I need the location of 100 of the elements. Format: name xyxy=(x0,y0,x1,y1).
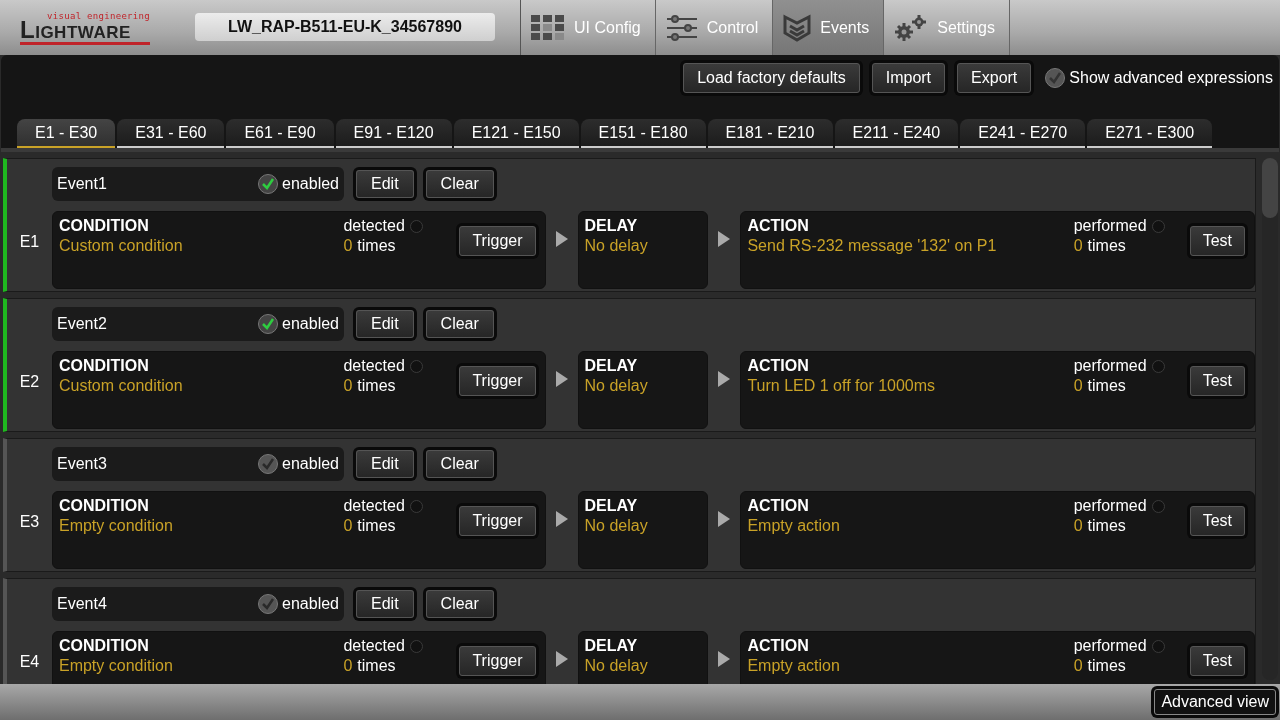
range-tab[interactable]: E121 - E150 xyxy=(453,119,579,148)
trigger-button[interactable]: Trigger xyxy=(459,226,536,256)
test-button[interactable]: Test xyxy=(1189,366,1245,396)
test-button[interactable]: Test xyxy=(1189,506,1245,536)
toolbar-button[interactable]: Load factory defaults xyxy=(683,63,860,93)
enabled-checkbox[interactable] xyxy=(258,314,279,334)
toolbar-button[interactable]: Export xyxy=(957,63,1032,93)
box-title: ACTION xyxy=(747,357,810,375)
status-label: detected xyxy=(343,497,405,515)
advanced-view-button[interactable]: Advanced view xyxy=(1154,689,1276,715)
edit-button[interactable]: Edit xyxy=(356,170,414,198)
condition-text: Empty condition xyxy=(58,517,174,535)
arrow-icon xyxy=(718,371,731,387)
count: 0 xyxy=(1073,237,1083,255)
enabled-checkbox[interactable] xyxy=(258,174,279,194)
event-id: E3 xyxy=(18,513,41,531)
box-title: ACTION xyxy=(747,497,810,515)
enabled-label: enabled xyxy=(282,315,339,333)
condition-text: Custom condition xyxy=(58,237,184,255)
nav-tab[interactable]: Events xyxy=(773,0,885,55)
range-tab[interactable]: E241 - E270 xyxy=(960,119,1086,148)
edit-button[interactable]: Edit xyxy=(356,310,414,338)
trigger-button[interactable]: Trigger xyxy=(459,366,536,396)
box-title: CONDITION xyxy=(58,217,150,235)
scrollbar[interactable] xyxy=(1262,158,1278,680)
status-led-icon xyxy=(1151,219,1165,233)
status-label: performed xyxy=(1073,217,1147,235)
range-tab[interactable]: E1 - E30 xyxy=(17,119,116,148)
box-title: DELAY xyxy=(584,637,639,655)
range-tab[interactable]: E271 - E300 xyxy=(1087,119,1213,148)
status-led-icon xyxy=(1151,359,1165,373)
box-title: DELAY xyxy=(584,497,639,515)
clear-button[interactable]: Clear xyxy=(425,450,494,478)
event-name-field[interactable]: Event3 enabled xyxy=(52,447,344,481)
delay-text: No delay xyxy=(584,657,649,675)
count: 0 xyxy=(1073,657,1083,675)
times-label: times xyxy=(357,657,396,675)
clear-button[interactable]: Clear xyxy=(425,310,494,338)
status-led-icon xyxy=(409,639,423,653)
enabled-label: enabled xyxy=(282,455,339,473)
action-text: Turn LED 1 off for 1000ms xyxy=(747,377,937,395)
status-led-icon xyxy=(1151,499,1165,513)
status-label: performed xyxy=(1073,497,1147,515)
delay-text: No delay xyxy=(584,377,649,395)
event-name-field[interactable]: Event4 enabled xyxy=(52,587,344,621)
shield-icon xyxy=(783,13,812,42)
checkbox[interactable] xyxy=(1045,68,1066,88)
times-label: times xyxy=(357,377,396,395)
range-tab[interactable]: E151 - E180 xyxy=(580,119,706,148)
status-label: performed xyxy=(1073,357,1147,375)
action-text: Empty action xyxy=(747,657,841,675)
trigger-button[interactable]: Trigger xyxy=(459,646,536,676)
arrow-icon xyxy=(555,371,568,387)
sliders-icon xyxy=(665,14,698,41)
range-tab[interactable]: E31 - E60 xyxy=(117,119,225,148)
arrow-icon xyxy=(718,231,731,247)
box-title: CONDITION xyxy=(58,357,150,375)
times-label: times xyxy=(1087,237,1126,255)
times-label: times xyxy=(357,237,396,255)
times-label: times xyxy=(1087,377,1126,395)
clear-button[interactable]: Clear xyxy=(425,170,494,198)
box-title: ACTION xyxy=(747,637,810,655)
test-button[interactable]: Test xyxy=(1189,226,1245,256)
times-label: times xyxy=(1087,657,1126,675)
action-text: Send RS-232 message '132' on P1 xyxy=(747,237,998,255)
scrollbar-thumb[interactable] xyxy=(1262,158,1278,218)
gears-icon xyxy=(894,13,929,42)
arrow-icon xyxy=(555,651,568,667)
range-tab[interactable]: E211 - E240 xyxy=(834,119,959,148)
clear-button[interactable]: Clear xyxy=(425,590,494,618)
test-button[interactable]: Test xyxy=(1189,646,1245,676)
box-title: DELAY xyxy=(584,217,639,235)
box-title: CONDITION xyxy=(58,497,150,515)
range-tab[interactable]: E181 - E210 xyxy=(707,119,833,148)
count: 0 xyxy=(1073,377,1083,395)
enabled-checkbox[interactable] xyxy=(258,454,279,474)
count: 0 xyxy=(1073,517,1083,535)
box-title: CONDITION xyxy=(58,637,150,655)
arrow-icon xyxy=(555,511,568,527)
event-id: E4 xyxy=(18,653,41,671)
delay-text: No delay xyxy=(584,237,649,255)
status-label: detected xyxy=(343,357,405,375)
status-led-icon xyxy=(1151,639,1165,653)
trigger-button[interactable]: Trigger xyxy=(459,506,536,536)
event-id: E1 xyxy=(18,233,41,251)
range-tab[interactable]: E91 - E120 xyxy=(335,119,452,148)
enabled-checkbox[interactable] xyxy=(258,594,279,614)
status-label: detected xyxy=(343,637,405,655)
event-name-field[interactable]: Event2 enabled xyxy=(52,307,344,341)
status-label: detected xyxy=(343,217,405,235)
times-label: times xyxy=(357,517,396,535)
count: 0 xyxy=(343,237,353,255)
event-name-field[interactable]: Event1 enabled xyxy=(52,167,344,201)
checkbox-label: Show advanced expressions xyxy=(1069,69,1273,87)
toolbar-button[interactable]: Import xyxy=(871,63,946,93)
status-led-icon xyxy=(409,359,423,373)
edit-button[interactable]: Edit xyxy=(356,590,414,618)
edit-button[interactable]: Edit xyxy=(356,450,414,478)
range-tab[interactable]: E61 - E90 xyxy=(226,119,334,148)
delay-text: No delay xyxy=(584,517,649,535)
